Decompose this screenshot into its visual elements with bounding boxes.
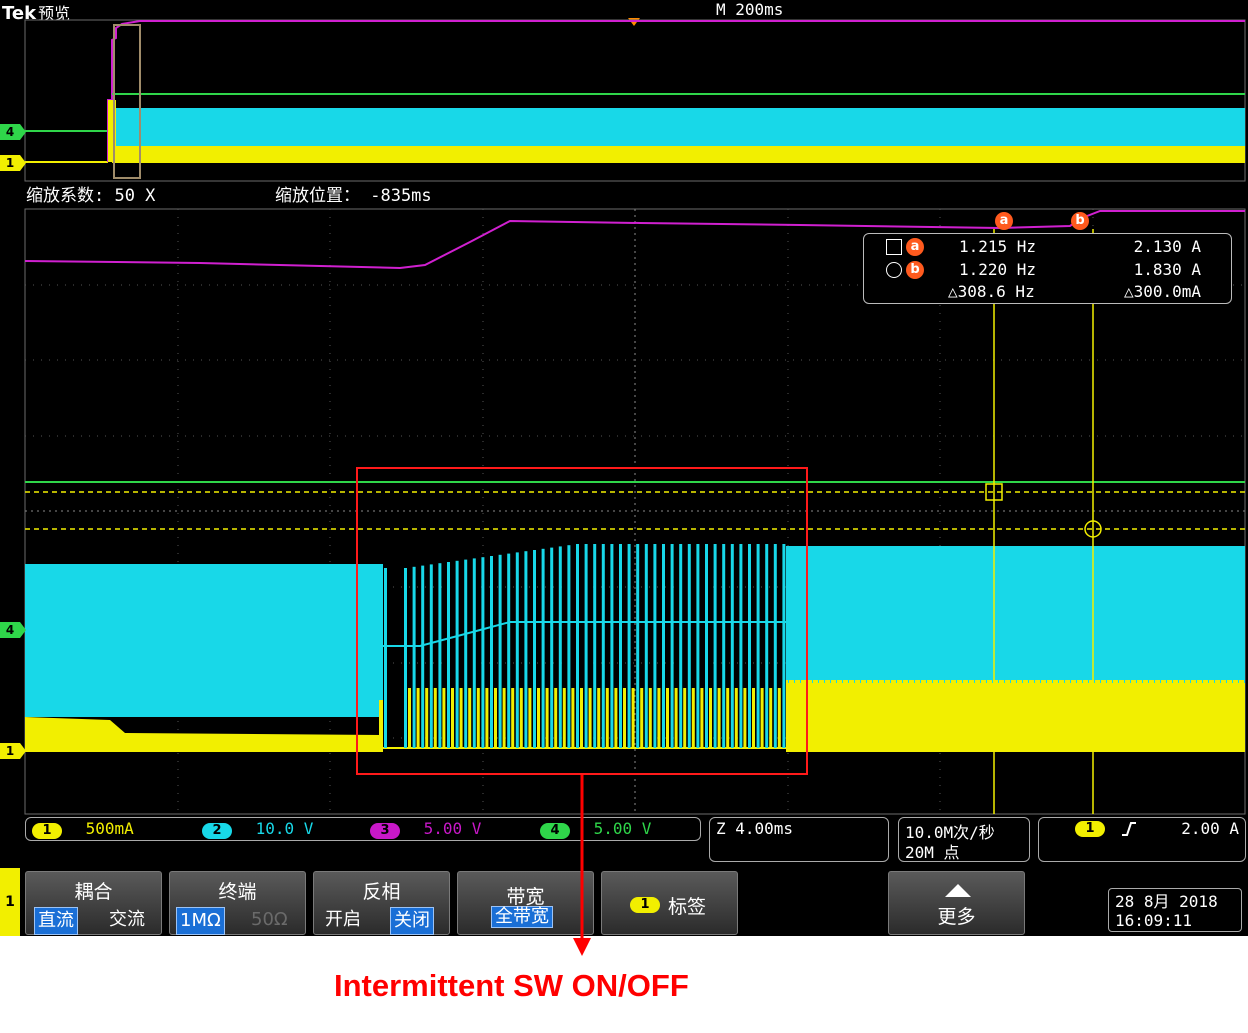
menu-channel-tab: 1 <box>0 868 20 936</box>
cursor-a-label: a <box>995 212 1013 230</box>
annotation-label: Intermittent SW ON/OFF <box>334 968 689 1003</box>
cursor-delta-row: △308.6 Hz △300.0mA <box>864 281 1231 303</box>
cursor-b-row: b 1.220 Hz 1.830 A <box>864 259 1231 281</box>
label-button-text: 标签 <box>668 896 707 918</box>
acquisition-box[interactable]: 10.0M次/秒 20M 点 <box>898 817 1030 862</box>
zoom-position-label: 缩放位置： -835ms <box>275 186 432 206</box>
record-length: 20M 点 <box>905 843 960 862</box>
ch4-marker[interactable]: 4 <box>0 622 26 638</box>
ch4-badge: 4 <box>540 823 570 839</box>
channel-menu-bar: 1 耦合 直流 交流 终端 1MΩ 50Ω 反相 开启 关闭 带宽 全带宽 1 … <box>0 868 1248 936</box>
zoom-factor-label: 缩放系数: 50 X <box>26 186 156 206</box>
termination-1mohm-option[interactable]: 1MΩ <box>176 907 225 935</box>
ch1-marker[interactable]: 1 <box>0 743 26 759</box>
invert-on-option[interactable]: 开启 <box>322 907 364 933</box>
ch2-badge: 2 <box>202 823 232 839</box>
zoom-time-value: Z 4.00ms <box>716 819 794 838</box>
overview-traces <box>25 20 1245 179</box>
trigger-source-badge: 1 <box>1075 821 1105 837</box>
cursor-a-frequency: 1.215 Hz <box>959 237 1037 256</box>
cursor-b-readout-badge: b <box>906 261 924 279</box>
cursor-b-frequency: 1.220 Hz <box>959 260 1037 279</box>
cursor-a-readout-badge: a <box>906 238 924 256</box>
ch2-scale[interactable]: 2 10.0 V <box>202 818 313 840</box>
cursor-a-row: a 1.215 Hz 2.130 A <box>864 236 1231 258</box>
invert-off-option[interactable]: 关闭 <box>390 907 434 935</box>
date-text: 28 8月 2018 <box>1115 892 1218 911</box>
time-text: 16:09:11 <box>1115 911 1193 930</box>
ch3-badge: 3 <box>370 823 400 839</box>
delta-value: △300.0mA <box>1123 282 1201 301</box>
termination-button[interactable]: 终端 1MΩ 50Ω <box>169 871 306 935</box>
zoom-time-box[interactable]: Z 4.00ms <box>709 817 889 862</box>
circle-icon <box>886 262 902 278</box>
ch4-scale-value: 5.00 V <box>593 819 652 838</box>
ch4-scale[interactable]: 4 5.00 V <box>540 818 651 840</box>
cursor-b-label: b <box>1071 212 1089 230</box>
channel-scale-bar: 1 500mA 2 10.0 V 3 5.00 V 4 5.00 V <box>25 817 701 841</box>
cursor-a-badge[interactable]: a <box>995 209 1013 230</box>
highlight-box <box>356 467 808 775</box>
cursor-readout-panel: a 1.215 Hz 2.130 A b 1.220 Hz 1.830 A △3… <box>863 233 1232 304</box>
invert-label: 反相 <box>362 881 401 903</box>
ch4-marker-overview[interactable]: 4 <box>0 124 26 140</box>
more-button[interactable]: 更多 <box>888 871 1025 935</box>
coupling-dc-option[interactable]: 直流 <box>34 907 78 935</box>
cursor-a-value: 2.130 A <box>1133 237 1201 256</box>
coupling-button[interactable]: 耦合 直流 交流 <box>25 871 162 935</box>
ch3-scale[interactable]: 3 5.00 V <box>370 818 481 840</box>
label-channel-badge: 1 <box>630 897 660 913</box>
coupling-label: 耦合 <box>74 881 113 903</box>
ch1-scale-value: 500mA <box>85 819 134 838</box>
rising-edge-icon <box>1122 822 1136 836</box>
termination-label: 终端 <box>218 881 257 903</box>
delta-frequency: △308.6 Hz <box>948 282 1035 301</box>
oscilloscope-screen: Tek 预览 M 200ms 4 1 4 1 缩放系数: 50 X 缩放位置： … <box>0 0 1248 936</box>
bandwidth-value: 全带宽 <box>491 906 553 928</box>
trigger-box[interactable]: 1 2.00 A <box>1038 817 1246 862</box>
bandwidth-label: 带宽 <box>506 886 545 908</box>
termination-50ohm-option[interactable]: 50Ω <box>248 907 291 933</box>
ch1-scale[interactable]: 1 500mA <box>32 818 134 840</box>
square-icon <box>886 239 902 255</box>
ch1-badge: 1 <box>32 823 62 839</box>
cursor-b-badge[interactable]: b <box>1071 209 1089 230</box>
trigger-level: 2.00 A <box>1181 819 1239 838</box>
up-arrow-icon <box>945 884 971 897</box>
ch3-scale-value: 5.00 V <box>423 819 482 838</box>
invert-button[interactable]: 反相 开启 关闭 <box>313 871 450 935</box>
datetime-box: 28 8月 2018 16:09:11 <box>1108 888 1242 932</box>
ch1-marker-overview[interactable]: 1 <box>0 155 26 171</box>
label-button[interactable]: 1 标签 <box>601 871 738 935</box>
ch2-scale-value: 10.0 V <box>255 819 314 838</box>
more-button-text: 更多 <box>937 906 976 928</box>
cursor-b-value: 1.830 A <box>1133 260 1201 279</box>
coupling-ac-option[interactable]: 交流 <box>106 907 148 933</box>
bandwidth-button[interactable]: 带宽 全带宽 <box>457 871 594 935</box>
